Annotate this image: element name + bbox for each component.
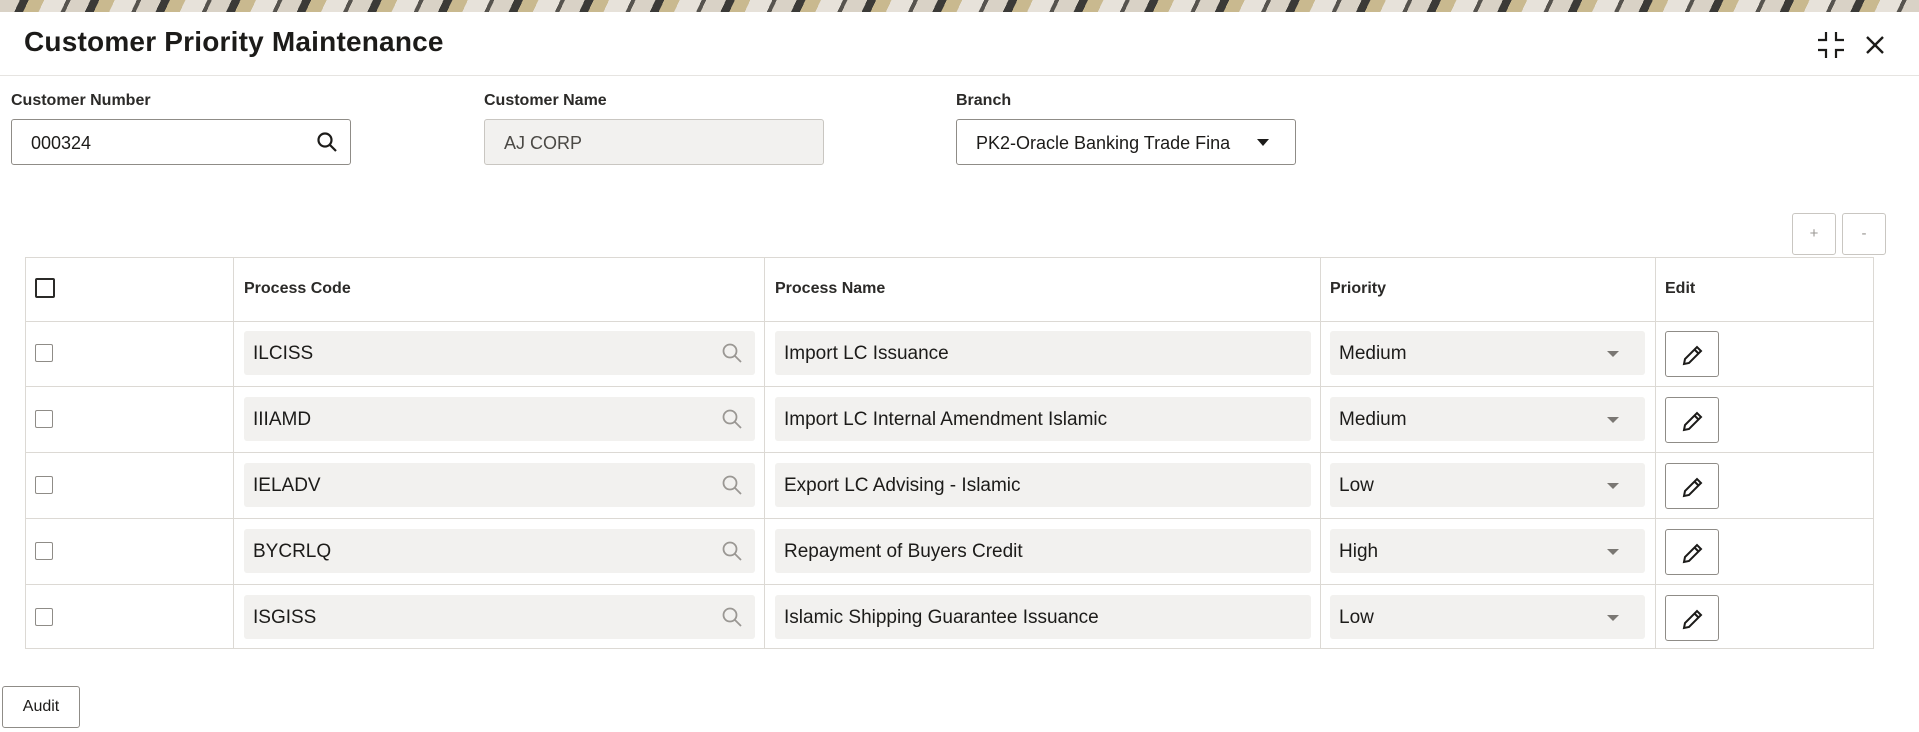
branch-value: PK2-Oracle Banking Trade Fina (976, 133, 1231, 153)
row-checkbox[interactable] (35, 542, 53, 560)
process-name-value: Repayment of Buyers Credit (784, 541, 1023, 562)
header-process-name: Process Name (775, 280, 886, 297)
table-row: IIIAMD Import LC Internal Amendment Isla… (26, 387, 1873, 453)
customer-name-label: Customer Name (484, 92, 607, 109)
process-code-value: ISGISS (253, 607, 317, 628)
remove-row-button[interactable]: - (1842, 213, 1886, 255)
process-code-value: BYCRLQ (253, 541, 332, 562)
process-name-value: Islamic Shipping Guarantee Issuance (784, 607, 1099, 628)
customer-name-value: AJ CORP (504, 133, 583, 153)
chevron-down-icon[interactable] (1607, 615, 1619, 621)
chevron-down-icon[interactable] (1607, 549, 1619, 555)
add-row-button[interactable]: + (1792, 213, 1836, 255)
close-icon[interactable] (1860, 30, 1890, 60)
priority-value: Medium (1339, 343, 1407, 364)
audit-button[interactable]: Audit (2, 686, 80, 728)
customer-name-field: AJ CORP (484, 119, 824, 165)
row-checkbox[interactable] (35, 608, 53, 626)
edit-button[interactable] (1665, 397, 1719, 443)
process-code-value: ILCISS (253, 343, 314, 364)
priority-value: High (1339, 541, 1379, 562)
priority-select[interactable]: Low (1330, 595, 1645, 639)
priority-select[interactable]: Low (1330, 463, 1645, 507)
edit-button[interactable] (1665, 595, 1719, 641)
process-code-input[interactable]: IIIAMD (244, 397, 755, 441)
process-name-field: Import LC Issuance (775, 331, 1311, 375)
priority-select[interactable]: Medium (1330, 397, 1645, 441)
process-code-input[interactable]: ISGISS (244, 595, 755, 639)
select-all-checkbox[interactable] (35, 278, 55, 298)
search-icon[interactable] (721, 606, 743, 628)
priority-value: Medium (1339, 409, 1407, 430)
process-name-field: Repayment of Buyers Credit (775, 529, 1311, 573)
search-icon[interactable] (316, 131, 338, 158)
table-row: BYCRLQ Repayment of Buyers Credit High (26, 519, 1873, 585)
table-header-row: Process Code Process Name Priority Edit (26, 258, 1873, 322)
header-priority: Priority (1330, 280, 1387, 297)
chevron-down-icon[interactable] (1607, 417, 1619, 423)
search-icon[interactable] (721, 474, 743, 496)
process-name-value: Export LC Advising - Islamic (784, 475, 1021, 496)
table-row: ILCISS Import LC Issuance Medium (26, 321, 1873, 387)
row-checkbox[interactable] (35, 344, 53, 362)
chevron-down-icon[interactable] (1257, 139, 1269, 146)
row-checkbox[interactable] (35, 476, 53, 494)
page-title: Customer Priority Maintenance (24, 26, 444, 57)
process-code-input[interactable]: BYCRLQ (244, 529, 755, 573)
pencil-icon (1681, 409, 1705, 438)
priority-value: Low (1339, 475, 1374, 496)
table-row: IELADV Export LC Advising - Islamic Low (26, 453, 1873, 519)
customer-number-value: 000324 (31, 133, 92, 153)
process-name-field: Import LC Internal Amendment Islamic (775, 397, 1311, 441)
edit-button[interactable] (1665, 331, 1719, 377)
customer-number-label: Customer Number (11, 92, 151, 109)
pencil-icon (1681, 475, 1705, 504)
window-header: Customer Priority Maintenance (0, 12, 1919, 76)
process-priority-table: Process Code Process Name Priority Edit … (25, 257, 1874, 649)
edit-button[interactable] (1665, 463, 1719, 509)
process-code-input[interactable]: IELADV (244, 463, 755, 507)
row-checkbox[interactable] (35, 410, 53, 428)
process-code-input[interactable]: ILCISS (244, 331, 755, 375)
process-code-value: IELADV (253, 475, 321, 496)
collapse-icon[interactable] (1816, 30, 1846, 60)
table-row: ISGISS Islamic Shipping Guarantee Issuan… (26, 585, 1873, 650)
branch-select[interactable]: PK2-Oracle Banking Trade Fina (956, 119, 1296, 165)
top-decorative-strip (0, 0, 1919, 12)
process-code-value: IIIAMD (253, 409, 312, 430)
process-name-value: Import LC Issuance (784, 343, 949, 364)
search-icon[interactable] (721, 540, 743, 562)
pencil-icon (1681, 541, 1705, 570)
edit-button[interactable] (1665, 529, 1719, 575)
header-process-code: Process Code (244, 280, 351, 297)
priority-value: Low (1339, 607, 1374, 628)
priority-select[interactable]: High (1330, 529, 1645, 573)
chevron-down-icon[interactable] (1607, 483, 1619, 489)
customer-number-field[interactable]: 000324 (11, 119, 351, 165)
branch-label: Branch (956, 92, 1012, 109)
process-name-field: Export LC Advising - Islamic (775, 463, 1311, 507)
process-name-value: Import LC Internal Amendment Islamic (784, 409, 1108, 430)
header-edit: Edit (1665, 280, 1696, 297)
process-name-field: Islamic Shipping Guarantee Issuance (775, 595, 1311, 639)
chevron-down-icon[interactable] (1607, 351, 1619, 357)
search-icon[interactable] (721, 408, 743, 430)
priority-select[interactable]: Medium (1330, 331, 1645, 375)
pencil-icon (1681, 343, 1705, 372)
search-icon[interactable] (721, 342, 743, 364)
pencil-icon (1681, 607, 1705, 636)
